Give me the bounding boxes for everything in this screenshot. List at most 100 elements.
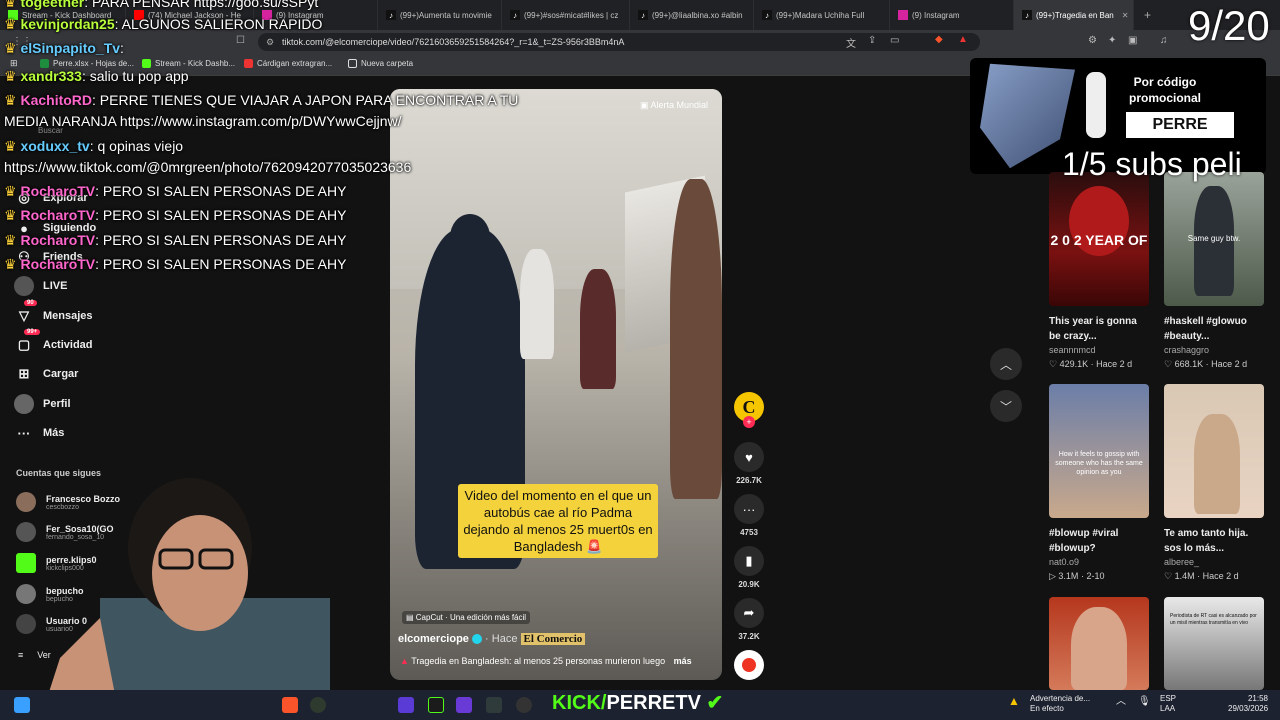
feed-card[interactable]: Same guy btw. #haskell #glowuo #beauty..… [1164,172,1264,370]
following-section-title: Cuentas que sigues [16,468,102,478]
lang-layout: LAA [1160,704,1176,713]
shop-icon [244,59,253,68]
bookmark-icon[interactable]: ☐ [236,35,245,46]
tray-chevron-icon[interactable]: ︿ [1116,697,1126,707]
alert-watermark: ▣ Alerta Mundial [640,100,708,111]
warning-notification[interactable]: ▲ Advertencia de... En efecto [1008,694,1090,714]
post-time: · Hace [485,633,518,645]
avatar [16,492,36,512]
sound-button[interactable] [732,650,766,680]
brave-shield-icon[interactable]: ◆ [935,34,943,45]
browser-tab[interactable]: ♪ (99+)Madara Uchiha Full [754,0,890,30]
browser-tab[interactable]: ♪ (99+)#sos#micat#likes | cz [502,0,630,30]
comment-icon: ··· [734,494,764,524]
chat-text: MEDIA NARANJA https://www.instagram.com/… [4,113,402,129]
warning-subtitle: En efecto [1030,704,1064,713]
app-taskbar-icon[interactable] [398,697,414,713]
more-link[interactable]: más [674,656,692,666]
microphone-icon[interactable]: 🎙 [1138,697,1151,707]
heart-outline-icon: ♡ [1164,359,1175,369]
nav-label: Más [43,427,65,439]
feed-author: nat0.o9 [1049,557,1080,567]
previous-video-button[interactable]: ︿ [990,348,1022,380]
feed-card[interactable] [1049,597,1149,690]
feed-title: Te amo tanto hija. sos lo más... [1164,528,1249,554]
browser-tab[interactable]: ♪ (99+)Aumenta tu movimie [378,0,502,30]
language-indicator[interactable]: ESP LAA [1160,694,1176,714]
video-frame-head [450,214,490,260]
sidebar-item-live[interactable]: LIVE [14,276,67,296]
app-taskbar-icon[interactable] [456,697,472,713]
puzzle-icon[interactable]: ✦ [1108,35,1116,46]
feed-card[interactable]: Periodista de RT casi es alcanzado por u… [1164,597,1264,690]
rewards-icon[interactable]: ▲ [958,34,968,45]
obs-taskbar-icon[interactable] [516,697,532,713]
clock[interactable]: 21:58 29/03/2026 [1228,694,1268,714]
avatar [16,522,36,542]
extension-icon[interactable]: ⚙ [1088,35,1097,46]
chat-username: RocharoTV [20,207,96,223]
browser-tab[interactable]: ♪ (99+)Tragedia en Ban ✕ [1014,0,1134,30]
video-frame-person [520,249,554,359]
author-avatar-button[interactable]: C + [732,392,766,428]
browser-tab[interactable]: (9) Instagram [890,0,1014,30]
more-icon: ··· [17,425,31,441]
like-button[interactable]: ♥ 226.7K [732,442,766,485]
music-icon[interactable]: ♫ [1160,35,1168,46]
share-icon[interactable]: ⇪ [868,35,876,46]
site-info-icon[interactable]: ⚙ [266,33,274,51]
windows-start-icon[interactable] [14,697,30,713]
kick-taskbar-icon[interactable] [428,697,444,713]
sidebar-item-more[interactable]: ··· Más [14,423,65,443]
bookmark-folder[interactable]: Nueva carpeta [348,59,413,68]
sidebar-item-activity[interactable]: ▢ 99+ Actividad [14,329,93,355]
bookmark-cardigan[interactable]: Cárdigan extragran... [244,59,332,68]
bookmark-kick-dashboard[interactable]: Stream - Kick Dashb... [142,59,235,68]
feed-card[interactable]: 2 0 2 YEAR OF This year is gonna be craz… [1049,172,1149,370]
share-button[interactable]: ➦ 37.2K [732,598,766,641]
clock-time: 21:58 [1247,694,1268,703]
activity-badge: 99+ [24,329,41,335]
close-tab-icon[interactable]: ✕ [1122,11,1129,20]
chat-message: ♛ kevinjordan25: ALGUNOS SALIERON RAPIDO [4,16,322,33]
el-comercio-watermark: El Comercio [520,633,586,645]
feed-title: #blowup #viral #blowup? [1049,528,1119,554]
chevron-up-icon: ︿ [999,357,1012,372]
crown-badge-icon: ♛ [4,256,21,272]
comment-button[interactable]: ··· 4753 [732,494,766,537]
feed-likes: 429.1K [1059,359,1089,369]
sidebar-item-profile[interactable]: Perfil [14,394,71,414]
chevron-down-icon: ﹀ [999,399,1012,414]
feed-card[interactable]: Te amo tanto hija. sos lo más... alberee… [1164,384,1264,582]
chat-message: MEDIA NARANJA https://www.instagram.com/… [4,113,402,129]
chat-message: ♛ xoduxx_tv: q opinas viejo [4,138,183,155]
follow-plus-icon[interactable]: + [743,416,755,428]
capcut-badge[interactable]: ▤ CapCut · Una edición más fácil [402,611,531,624]
like-count: 226.7K [736,476,762,485]
browser-tab[interactable]: ♪ (99+)@liaalbina.xo #albin [630,0,754,30]
bookmark-perre-sheet[interactable]: Perre.xlsx - Hojas de... [40,59,134,68]
sidebar-icon[interactable]: ▣ [1128,35,1137,46]
video-author[interactable]: elcomerciope · Hace El Comercio [398,633,586,645]
save-button[interactable]: ▮ 20.9K [732,546,766,589]
expand-icon: ≡ [18,650,24,660]
feed-date: Hace 2 d [1202,571,1239,581]
new-tab-button[interactable]: + [1144,8,1151,22]
chat-username: kevinjordan25 [20,16,115,32]
tab-label: (9) Instagram [912,10,960,20]
feed-card[interactable]: How it feels to gossip with someone who … [1049,384,1149,582]
sidebar-item-messages[interactable]: ▽ 90 Mensajes [14,300,93,326]
video-player[interactable]: ▣ Alerta Mundial Video del momento en el… [390,89,722,680]
translate-icon[interactable]: 文 [846,35,856,50]
terminal-taskbar-icon[interactable] [486,697,502,713]
brave-taskbar-icon[interactable] [282,697,298,713]
sidebar-item-upload[interactable]: ⊞ Cargar [14,364,79,384]
chat-message: https://www.tiktok.com/@0mrgreen/photo/7… [4,159,411,175]
app-taskbar-icon[interactable] [310,697,326,713]
screen-icon[interactable]: ▭ [890,35,899,46]
tab-label: (99+)Tragedia en Ban [1036,10,1114,20]
video-description[interactable]: ▲ Tragedia en Bangladesh: al menos 25 pe… [400,656,692,666]
upload-icon: ⊞ [18,366,30,381]
next-video-button[interactable]: ﹀ [990,390,1022,422]
chat-text: : q opinas viejo [89,138,184,154]
